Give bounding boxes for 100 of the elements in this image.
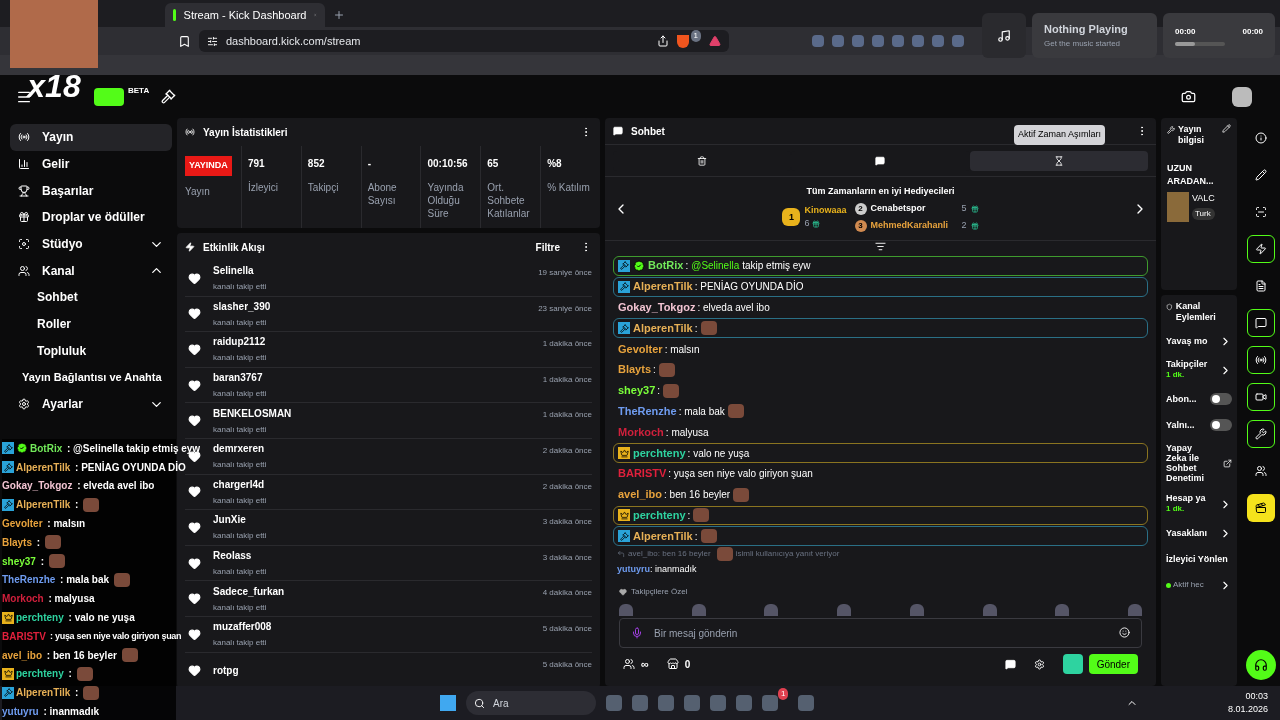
time-total: 00:00	[1242, 25, 1263, 38]
sidebar-item[interactable]: Yayın	[10, 124, 172, 151]
sidebar-subitem[interactable]: Roller	[10, 310, 172, 338]
emote-placeholder[interactable]	[619, 604, 633, 617]
triangle-icon[interactable]	[709, 35, 721, 47]
search-icon	[474, 697, 485, 709]
activity-time: 5 dakika önce	[542, 658, 592, 671]
rail-button[interactable]	[1247, 235, 1275, 263]
chat-username: Gokay_Tokgoz	[618, 301, 696, 314]
chat-icon[interactable]	[1004, 658, 1016, 670]
emote-placeholder[interactable]	[837, 604, 852, 617]
sidebar-item[interactable]: Ayarlar	[10, 390, 172, 418]
extension-icon[interactable]	[812, 35, 824, 47]
toggle-switch[interactable]	[1210, 393, 1232, 405]
new-tab-icon[interactable]	[333, 9, 345, 21]
music-button[interactable]	[982, 13, 1026, 58]
extension-icon[interactable]	[872, 35, 884, 47]
chat-username: perchteny	[16, 667, 64, 682]
action-label[interactable]: Hesap ya	[1166, 493, 1217, 503]
rail-button[interactable]	[1247, 346, 1275, 374]
edit-icon[interactable]	[1222, 124, 1231, 133]
kick-icon[interactable]	[1062, 654, 1083, 675]
emote-placeholder[interactable]	[764, 604, 779, 617]
emote-placeholder[interactable]	[1127, 604, 1142, 617]
taskbar-app-icon[interactable]	[798, 695, 815, 711]
sidebar-item[interactable]: Başarılar	[10, 177, 172, 205]
external-link-icon[interactable]	[1223, 458, 1232, 468]
emote-placeholder[interactable]	[909, 604, 924, 617]
sidebar-subitem[interactable]: Sohbet	[10, 284, 172, 311]
sidebar-icon	[18, 264, 30, 277]
gift-count: 5	[961, 202, 967, 216]
address-bar[interactable]: dashboard.kick.com/stream 1	[199, 30, 729, 52]
chat-text: : PENİAG OYUNDA DİO	[694, 279, 804, 295]
mention-link[interactable]: @Selinella	[691, 258, 740, 274]
sidebar-subitem[interactable]: Yayın Bağlantısı ve Anahta	[10, 364, 162, 391]
action-label[interactable]: Yavaş mo	[1166, 336, 1217, 346]
sidebar-item[interactable]: Stüdyo	[10, 230, 172, 258]
store-count: 0	[684, 657, 691, 672]
follower-name: raidup2112	[213, 335, 267, 350]
kick-logo-icon[interactable]	[94, 87, 124, 106]
support-button[interactable]	[1246, 650, 1276, 680]
settings-icon[interactable]	[1033, 658, 1045, 670]
message-field[interactable]: Bir mesaj gönderin	[619, 618, 1142, 649]
gavel-icon[interactable]	[161, 89, 177, 104]
rail-button[interactable]	[1247, 309, 1275, 337]
browser-tab[interactable]: Stream - Kick Dashboard	[165, 3, 325, 27]
heart-icon	[619, 588, 627, 597]
sidebar-item[interactable]: Droplar ve ödüller	[10, 204, 172, 231]
avatar-placeholder[interactable]	[1232, 86, 1252, 107]
extension-icon[interactable]	[952, 35, 964, 47]
collapse-icon[interactable]	[875, 241, 886, 252]
panel-title: Yayın bilgisi	[1178, 124, 1205, 146]
sidebar-subitem[interactable]: Topluluk	[10, 337, 172, 365]
extension-icon[interactable]	[852, 35, 864, 47]
action-label[interactable]: Takipçiler	[1166, 359, 1217, 369]
follower-name: Selinella	[213, 264, 255, 279]
rail-button[interactable]	[1247, 494, 1275, 522]
chat-username: Gokay_Tokgoz	[2, 479, 73, 494]
send-button[interactable]: Gönder	[1088, 654, 1138, 675]
bolt-icon	[185, 242, 195, 252]
rank-badge: 2	[854, 203, 867, 215]
sidebar-item[interactable]: Kanal	[10, 257, 172, 285]
action-label[interactable]: Yalnı...	[1166, 420, 1208, 430]
rail-button[interactable]	[1247, 420, 1275, 448]
action-label[interactable]: İzleyici Yönlen	[1166, 554, 1232, 564]
emoji-icon[interactable]	[1119, 627, 1130, 639]
chat-text: : elveda avel ibo	[697, 301, 770, 315]
shield-icon[interactable]	[676, 34, 689, 48]
extension-icon[interactable]	[832, 35, 844, 47]
store-icon[interactable]	[666, 658, 679, 671]
sidebar-item[interactable]: Gelir	[10, 150, 172, 178]
action-label[interactable]: Yapay Zeka ile Sohbet Denetimi	[1166, 443, 1210, 483]
heart-icon	[188, 414, 201, 428]
share-icon[interactable]	[656, 35, 669, 47]
filter-button[interactable]: Filtre	[535, 239, 560, 255]
action-label[interactable]: Yasaklanı	[1166, 528, 1217, 538]
chat-text: : malsın	[46, 517, 86, 532]
site-settings-icon	[207, 35, 218, 47]
bolt-icon	[1255, 243, 1267, 255]
taskbar-search[interactable]: Ara	[466, 691, 596, 715]
extension-icon[interactable]	[912, 35, 924, 47]
chat-icon	[613, 126, 623, 136]
action-label[interactable]: Aktif hec	[1173, 580, 1217, 590]
game-cover-placeholder	[1167, 192, 1189, 222]
broadcast-icon	[1255, 354, 1267, 366]
emote-placeholder[interactable]	[691, 604, 706, 617]
action-label[interactable]: Abon...	[1166, 394, 1208, 404]
microphone-icon[interactable]	[631, 627, 643, 640]
chat-icon	[875, 155, 886, 166]
toggle-switch[interactable]	[1210, 419, 1232, 431]
chat-text: : yuşa sen niye valo giriyon şuan	[668, 467, 813, 482]
tag[interactable]: Turk	[1192, 207, 1215, 220]
camera-icon[interactable]	[1181, 89, 1196, 104]
extension-icon[interactable]	[932, 35, 944, 47]
rail-button[interactable]	[1247, 383, 1275, 411]
emote-placeholder[interactable]	[982, 604, 997, 617]
chat-text: : malyusa	[47, 592, 95, 607]
extension-icon[interactable]	[892, 35, 904, 47]
bookmark-icon[interactable]	[178, 34, 191, 48]
emote-placeholder[interactable]	[1055, 604, 1070, 617]
